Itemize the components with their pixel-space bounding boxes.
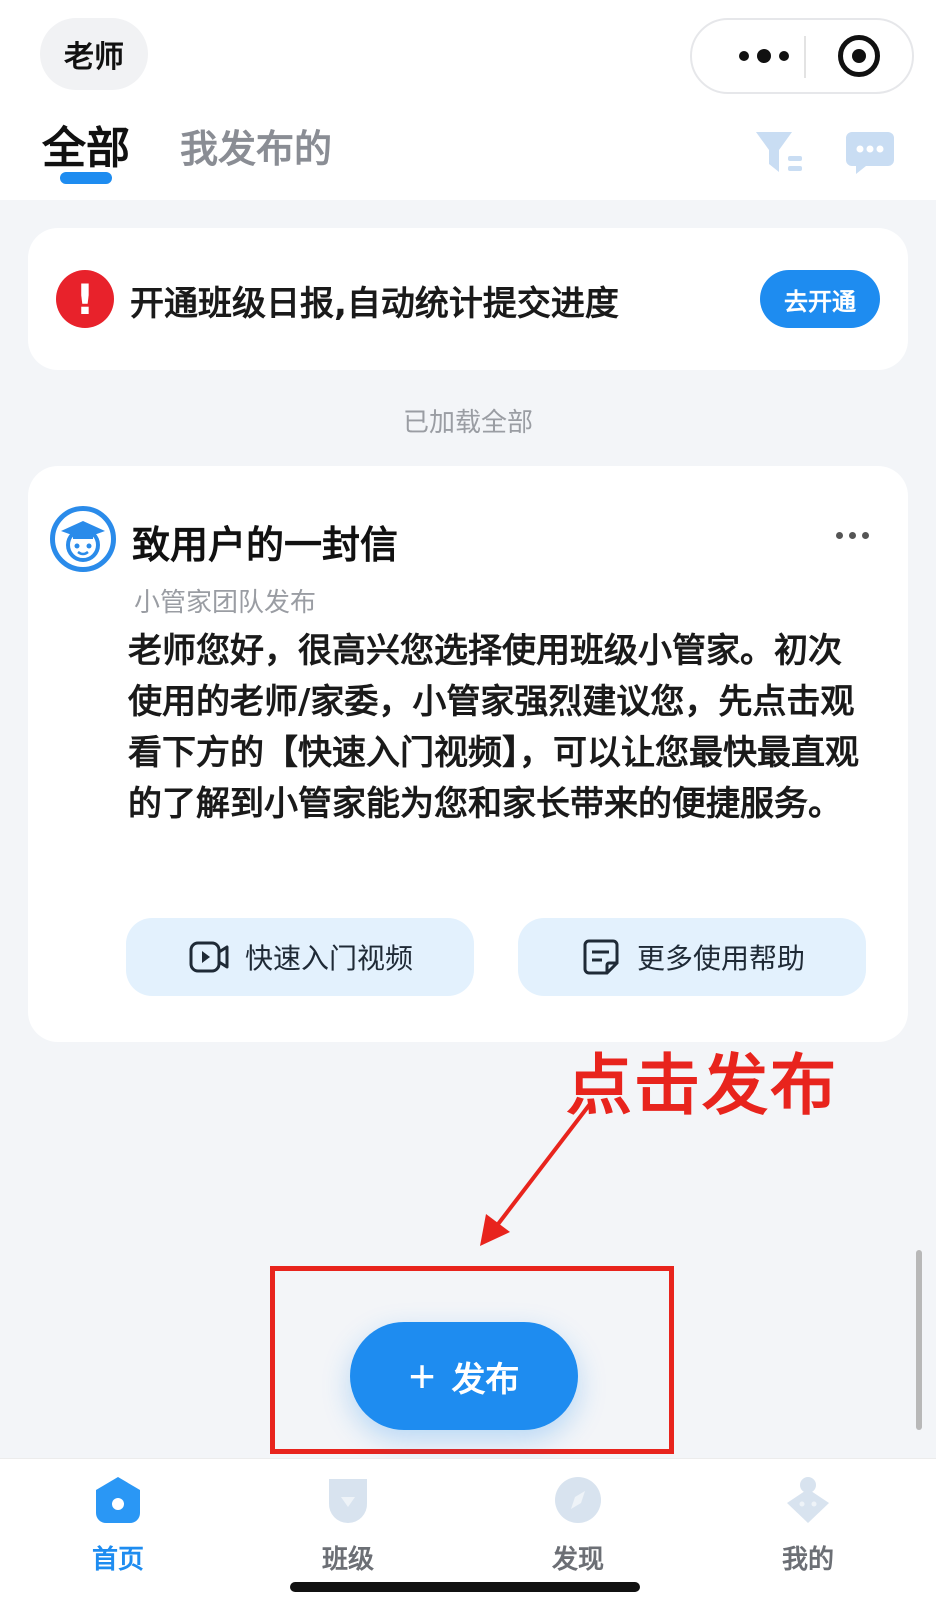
annotation-arrow-icon [480,1102,592,1246]
profile-icon [787,1477,829,1523]
nav-item-class[interactable]: 班级 [288,1473,408,1583]
nav-discover-label: 发现 [551,1545,604,1575]
tab-my-published[interactable]: 我发布的 [180,118,332,173]
quick-start-video-button[interactable]: 快速入门视频 [126,918,474,996]
nav-item-home[interactable]: 首页 [58,1473,178,1583]
more-dots-icon[interactable] [724,20,804,92]
home-icon [96,1477,140,1523]
compass-icon [555,1477,601,1523]
daily-report-notice: ! 开通班级日报,自动统计提交进度 去开通 [28,228,908,370]
role-switch-button[interactable]: 老师 [40,18,148,90]
nav-item-discover[interactable]: 发现 [518,1473,638,1583]
bottom-nav: 首页 班级 发现 我的 [0,1458,936,1600]
document-icon [583,939,619,975]
nav-home-label: 首页 [91,1545,144,1575]
quick-start-video-label: 快速入门视频 [244,943,413,974]
role-label: 老师 [64,40,124,75]
message-icon[interactable] [844,128,896,178]
more-options-icon[interactable] [836,532,869,539]
capsule-divider [804,36,806,78]
letter-title: 致用户的一封信 [132,523,399,567]
alert-icon: ! [56,270,114,328]
publisher-label: 小管家团队发布 [134,588,317,618]
publish-button[interactable]: + 发布 [350,1322,578,1430]
class-shield-icon [328,1479,368,1523]
home-indicator [290,1582,640,1592]
notice-text: 开通班级日报,自动统计提交进度 [130,284,619,324]
active-tab-indicator [60,172,112,184]
letter-card[interactable]: 致用户的一封信 小管家团队发布 老师您好，很高兴您选择使用班级小管家。初次使用的… [28,466,908,1042]
filter-icon[interactable] [752,128,808,178]
nav-class-label: 班级 [321,1545,374,1575]
team-avatar-icon [50,506,116,572]
nav-item-mine[interactable]: 我的 [748,1473,868,1583]
scrollbar[interactable] [916,1250,922,1430]
tab-all[interactable]: 全部 [42,112,130,176]
mini-program-capsule [690,18,914,94]
enable-button[interactable]: 去开通 [760,270,880,328]
more-help-button[interactable]: 更多使用帮助 [518,918,866,996]
target-icon[interactable] [838,35,880,77]
video-icon [189,941,229,973]
top-bar: 老师 全部 我发布的 [0,0,936,200]
more-help-label: 更多使用帮助 [636,943,805,974]
plus-icon: + [408,1350,436,1402]
letter-body: 老师您好，很高兴您选择使用班级小管家。初次使用的老师/家委，小管家强烈建议您，先… [128,631,859,824]
loaded-all-status: 已加载全部 [402,408,533,438]
nav-mine-label: 我的 [781,1545,834,1575]
publish-label: 发布 [451,1360,520,1399]
